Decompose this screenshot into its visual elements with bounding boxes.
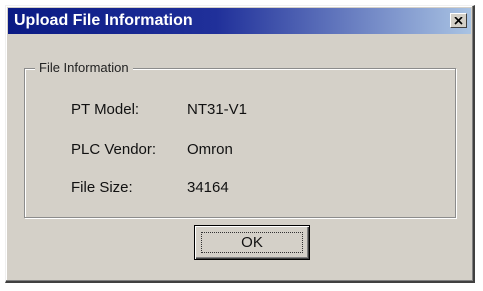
plc-vendor-label: PLC Vendor: xyxy=(71,141,157,158)
pt-model-value: NT31-V1 xyxy=(187,101,248,118)
file-information-group: File Information PT Model: NT31-V1 PLC V… xyxy=(24,60,456,218)
focus-rectangle xyxy=(201,232,303,253)
ok-button[interactable]: OK xyxy=(194,225,310,260)
file-size-value: 34164 xyxy=(187,179,229,196)
close-icon xyxy=(454,16,463,25)
group-label: File Information xyxy=(35,60,133,75)
close-button[interactable] xyxy=(450,13,467,28)
file-size-label: File Size: xyxy=(71,179,133,196)
pt-model-label: PT Model: xyxy=(71,101,140,118)
title-bar[interactable]: Upload File Information xyxy=(8,8,471,34)
plc-vendor-value: Omron xyxy=(187,141,233,158)
upload-file-information-dialog: Upload File Information File Information… xyxy=(5,5,475,283)
dialog-title: Upload File Information xyxy=(14,12,193,29)
